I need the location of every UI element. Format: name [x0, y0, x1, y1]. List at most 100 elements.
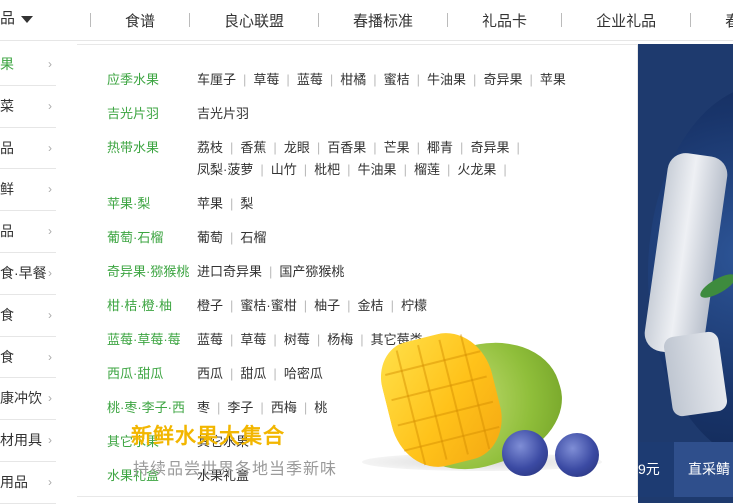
item-separator: | [217, 400, 221, 415]
dropdown-item-link[interactable]: 芒果 [384, 140, 410, 155]
nav-link[interactable]: 春 [691, 10, 733, 31]
dropdown-item-link[interactable]: 西瓜 [197, 366, 223, 381]
category-menu-trigger[interactable]: 品 [0, 0, 34, 40]
item-separator: | [273, 366, 277, 381]
dropdown-item-link[interactable]: 李子 [227, 400, 253, 415]
dropdown-item-link[interactable]: 奇异果 [470, 140, 509, 155]
chevron-right-icon: › [48, 349, 52, 364]
item-separator: | [347, 162, 351, 177]
item-separator: | [230, 140, 234, 155]
dropdown-item-link[interactable]: 车厘子 [197, 72, 236, 87]
sidebar-item[interactable]: 食 › [0, 337, 56, 379]
dropdown-item-link[interactable]: 火龙果 [457, 162, 496, 177]
nav-link[interactable]: 春播标准 [319, 10, 447, 31]
dropdown-item-list: 吉光片羽 [197, 103, 592, 125]
dropdown-item-link[interactable]: 金桔 [358, 298, 384, 313]
sidebar-item[interactable]: 材用具 › [0, 420, 56, 462]
dropdown-item-link[interactable]: 甜瓜 [240, 366, 266, 381]
dropdown-item-link[interactable]: 牛油果 [427, 72, 466, 87]
dropdown-item-link[interactable]: 柚子 [314, 298, 340, 313]
sidebar-item[interactable]: 品 › [0, 128, 56, 170]
sidebar-item-label: 食 [0, 348, 14, 365]
dropdown-item-link[interactable]: 杨梅 [327, 332, 353, 347]
banner-tag[interactable]: 直采鲭 [674, 442, 733, 497]
dropdown-item-link[interactable]: 橙子 [197, 298, 223, 313]
sidebar-item[interactable]: 果 › [0, 44, 56, 86]
dropdown-item-link[interactable]: 西梅 [271, 400, 297, 415]
dropdown-category-link[interactable]: 桃·枣·李子·西 [107, 397, 197, 419]
promo-title: 新鲜水果大集合 [131, 425, 285, 448]
nav-link[interactable]: 良心联盟 [190, 10, 318, 31]
dropdown-item-link[interactable]: 蓝莓 [297, 72, 323, 87]
dropdown-item-link[interactable]: 石榴 [240, 230, 266, 245]
dropdown-item-link[interactable]: 龙眼 [284, 140, 310, 155]
dropdown-item-link[interactable]: 苹果 [197, 196, 223, 211]
sidebar-item[interactable]: 品 › [0, 211, 56, 253]
dropdown-category-link[interactable]: 奇异果·猕猴桃 [107, 261, 197, 283]
dropdown-item-list: 荔枝 | 香蕉 | 龙眼 | 百香果 | 芒果 | 椰青 | 奇异果 | 凤梨·菠萝 | 山竹 | 枇杷 | 牛油果 | 榴… [197, 137, 592, 181]
dropdown-item-link[interactable]: 苹果 [540, 72, 566, 87]
item-separator: | [316, 140, 321, 155]
dropdown-category-link[interactable]: 蓝莓·草莓·莓 [107, 329, 197, 351]
dropdown-item-link[interactable]: 吉光片羽 [197, 106, 249, 121]
item-separator: | [260, 162, 264, 177]
nav-link[interactable]: 企业礼品 [562, 10, 690, 31]
dropdown-item-link[interactable]: 蜜桔·蜜柑 [240, 298, 296, 313]
dropdown-item-link[interactable]: 荔枝 [197, 140, 223, 155]
dropdown-item-link[interactable]: 枇杷 [314, 162, 340, 177]
sidebar-item-label: 康冲饮 [0, 390, 42, 407]
dropdown-item-link[interactable]: 凤梨·菠萝 [197, 162, 253, 177]
item-separator: | [460, 140, 464, 155]
dropdown-item-link[interactable]: 山竹 [271, 162, 297, 177]
sidebar-item-label: 菜 [0, 97, 14, 114]
hero-banner[interactable] [638, 44, 733, 503]
dropdown-item-link[interactable]: 柑橘 [340, 72, 366, 87]
dropdown-item-link[interactable]: 枣 [197, 400, 210, 415]
category-dropdown-panel: 水果礼盒 水果礼盒 其它水果 其它水果 桃·枣·李子·西枣 | 李子 | 西梅 | 桃西瓜·甜瓜 西瓜… [77, 44, 638, 497]
sidebar-item[interactable]: 用品 › [0, 462, 56, 504]
sidebar-item[interactable]: 菜 › [0, 86, 56, 128]
dropdown-row: 吉光片羽 吉光片羽 [107, 103, 592, 125]
dropdown-item-link[interactable]: 柠檬 [401, 298, 427, 313]
nav-link[interactable]: 礼品卡 [448, 10, 561, 31]
dropdown-item-link[interactable]: 香蕉 [240, 140, 266, 155]
item-separator: | [273, 140, 277, 155]
dropdown-category-link[interactable]: 吉光片羽 [107, 103, 197, 125]
dropdown-category-link[interactable]: 苹果·梨 [107, 193, 197, 215]
dropdown-category-link[interactable]: 柑·桔·橙·柚 [107, 295, 197, 317]
dropdown-item-link[interactable]: 草莓 [240, 332, 266, 347]
banner-price: 9元 [638, 442, 674, 497]
nav-link[interactable]: 食谱 [91, 10, 189, 31]
dropdown-item-link[interactable]: 牛油果 [358, 162, 397, 177]
dropdown-item-link[interactable]: 草莓 [253, 72, 279, 87]
dropdown-category-link[interactable]: 西瓜·甜瓜 [107, 363, 197, 385]
dropdown-item-link[interactable]: 蓝莓 [197, 332, 223, 347]
dropdown-item-link[interactable]: 哈密瓜 [284, 366, 323, 381]
sidebar-item[interactable]: 食·早餐 › [0, 253, 56, 295]
dropdown-item-link[interactable]: 葡萄 [197, 230, 223, 245]
chevron-right-icon: › [48, 224, 52, 239]
dropdown-item-link[interactable]: 梨 [240, 196, 253, 211]
sidebar-item[interactable]: 鲜 › [0, 169, 56, 212]
sidebar-item-label: 品 [0, 139, 14, 156]
blueberry-image [555, 433, 599, 477]
sidebar-item[interactable]: 康冲饮 › [0, 378, 56, 421]
sidebar-item[interactable]: 食 › [0, 295, 56, 337]
banner-strip[interactable]: 9元 直采鲭 [638, 442, 733, 497]
dropdown-item-link[interactable]: 国产猕猴桃 [279, 264, 344, 279]
dropdown-item-list: 进口奇异果 | 国产猕猴桃 [197, 261, 592, 283]
dropdown-item-link[interactable]: 百香果 [327, 140, 366, 155]
dropdown-category-link[interactable]: 应季水果 [107, 69, 197, 91]
chevron-right-icon: › [48, 474, 52, 489]
item-separator: | [329, 72, 334, 87]
dropdown-category-link[interactable]: 热带水果 [107, 137, 197, 181]
dropdown-item-link[interactable]: 蜜桔 [384, 72, 410, 87]
dropdown-item-link[interactable]: 榴莲 [414, 162, 440, 177]
dropdown-category-link[interactable]: 葡萄·石榴 [107, 227, 197, 249]
dropdown-item-link[interactable]: 树莓 [284, 332, 310, 347]
dropdown-item-link[interactable]: 椰青 [427, 140, 453, 155]
dropdown-row: 奇异果·猕猴桃 进口奇异果 | 国产猕猴桃 [107, 261, 592, 283]
dropdown-item-link[interactable]: 桃 [314, 400, 327, 415]
dropdown-item-link[interactable]: 奇异果 [483, 72, 522, 87]
dropdown-item-link[interactable]: 进口奇异果 [197, 264, 262, 279]
